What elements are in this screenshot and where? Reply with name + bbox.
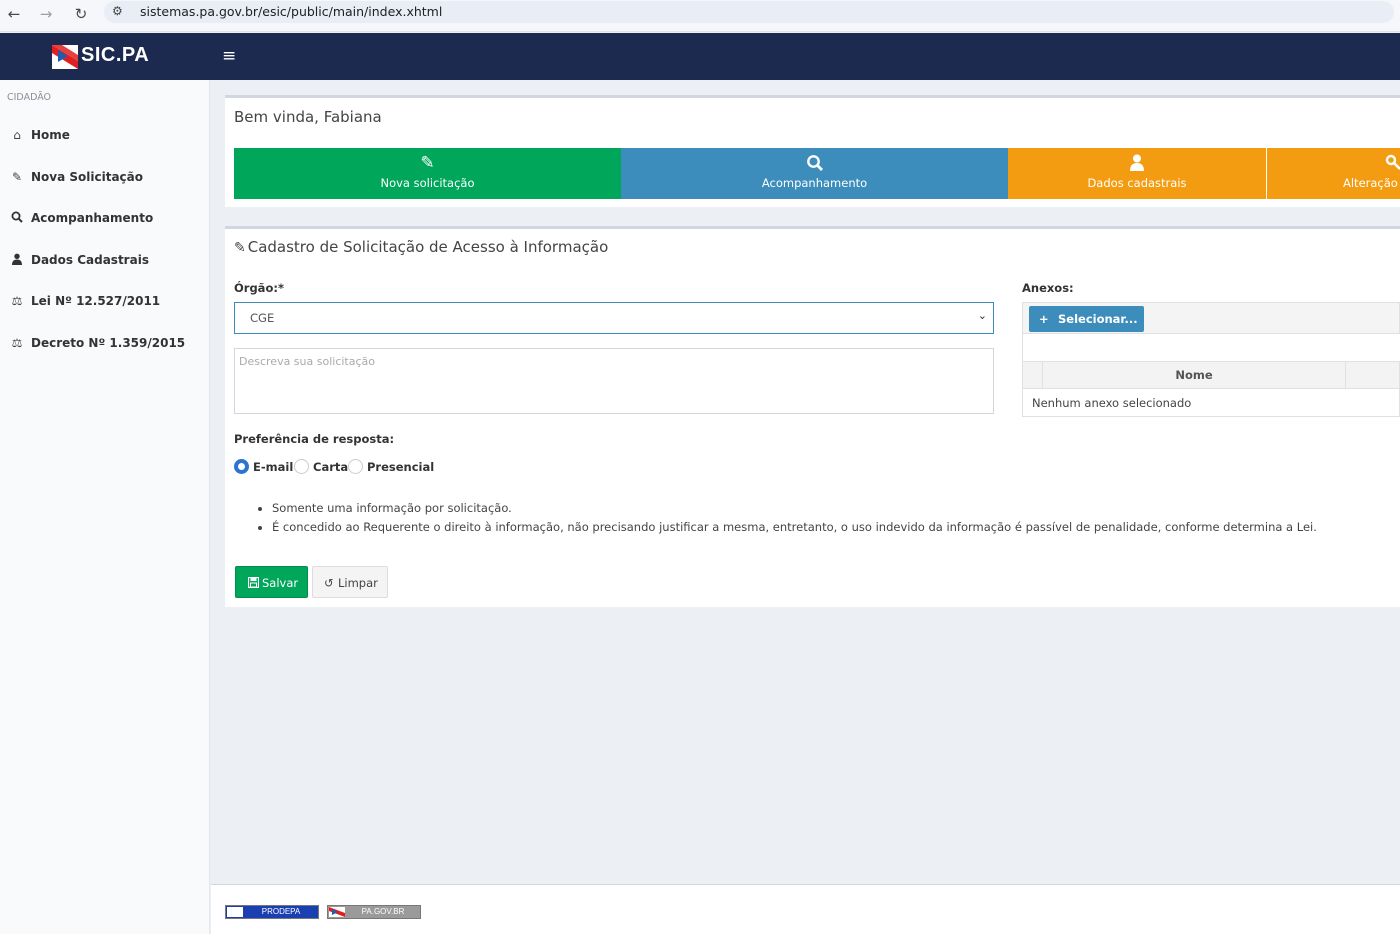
tile-alteracao[interactable]: Alteração <box>1267 148 1400 199</box>
radio-carta[interactable] <box>294 459 309 474</box>
preference-label: Preferência de resposta: <box>234 432 395 446</box>
welcome-title: Bem vinda, Fabiana <box>234 108 382 126</box>
tile-acompanhamento[interactable]: Acompanhamento <box>621 148 1008 199</box>
balance-scale-icon: ⚖ <box>11 336 23 350</box>
description-textarea[interactable] <box>234 348 994 414</box>
key-icon <box>1385 154 1400 174</box>
orgao-select[interactable]: CGE ⌄ <box>234 302 994 334</box>
tile-nova-solicitacao[interactable]: ✎ Nova solicitação <box>234 148 621 199</box>
pagovbr-badge[interactable]: PA.GOV.BR <box>327 905 421 919</box>
edit-icon: ✎ <box>234 240 246 256</box>
sidebar-item-acompanhamento[interactable]: Acompanhamento <box>0 204 209 234</box>
table-empty-message: Nenhum anexo selecionado <box>1032 396 1192 410</box>
list-item: Somente uma informação por solicitação. <box>272 499 1372 518</box>
sidebar-item-dados-cadastrais[interactable]: Dados Cadastrais <box>0 246 209 276</box>
user-icon <box>1008 154 1266 175</box>
save-button[interactable]: Salvar <box>235 566 308 598</box>
table-header-row: Nome <box>1023 362 1399 389</box>
attachments-panel: + Selecionar... Nome Nenhum anexo seleci… <box>1022 302 1400 417</box>
sidebar-item-label: Lei Nº 12.527/2011 <box>31 294 161 308</box>
prodepa-logo-icon <box>227 907 243 917</box>
select-file-label: Selecionar... <box>1058 312 1138 326</box>
edit-icon: ✎ <box>11 170 23 184</box>
sidebar-item-decreto[interactable]: ⚖ Decreto Nº 1.359/2015 <box>0 329 209 359</box>
hamburger-icon[interactable]: ≡ <box>222 47 236 65</box>
form-title-text: Cadastro de Solicitação de Acesso à Info… <box>247 238 609 256</box>
table-header-name: Nome <box>1175 368 1213 382</box>
plus-icon: + <box>1039 312 1049 326</box>
sidebar-item-home[interactable]: ⌂ Home <box>0 121 209 151</box>
url-text[interactable]: sistemas.pa.gov.br/esic/public/main/inde… <box>140 4 442 19</box>
save-button-label: Salvar <box>262 576 299 590</box>
table-header-cell <box>1345 362 1399 389</box>
edit-icon: ✎ <box>420 153 435 173</box>
radio-presencial[interactable] <box>348 459 363 474</box>
select-file-button[interactable]: + Selecionar... <box>1029 306 1144 332</box>
attachments-table: Nome Nenhum anexo selecionado <box>1022 361 1400 417</box>
radio-email[interactable] <box>234 459 249 474</box>
site-settings-icon[interactable]: ⚙ <box>112 4 123 18</box>
para-flag-logo-icon <box>52 45 78 69</box>
form-title: ✎ Cadastro de Solicitação de Acesso à Inf… <box>234 238 608 256</box>
arrow-right-icon[interactable]: → <box>35 3 57 25</box>
attachments-dropzone[interactable] <box>1022 334 1400 361</box>
tile-label: Acompanhamento <box>761 176 868 190</box>
clear-button[interactable]: ↺ Limpar <box>312 566 388 598</box>
radio-label-carta[interactable]: Carta <box>313 460 348 474</box>
sidebar-item-lei[interactable]: ⚖ Lei Nº 12.527/2011 <box>0 287 209 317</box>
tile-label: Dados cadastrais <box>1087 176 1187 190</box>
sidebar-item-label: Home <box>31 128 70 142</box>
balance-scale-icon: ⚖ <box>11 294 23 308</box>
tile-dados-cadastrais[interactable]: Dados cadastrais <box>1008 148 1266 199</box>
radio-label-presencial[interactable]: Presencial <box>367 460 434 474</box>
orgao-label: Órgão:* <box>234 281 284 295</box>
clear-button-label: Limpar <box>338 576 378 590</box>
chevron-down-icon: ⌄ <box>977 309 987 322</box>
app-logo[interactable]: SIC.PA <box>81 44 149 67</box>
badge-label: PA.GOV.BR <box>361 907 405 916</box>
list-item: É concedido ao Requerente o direito à in… <box>272 518 1372 537</box>
floppy-disk-icon <box>247 576 260 591</box>
sidebar-item-label: Acompanhamento <box>31 211 154 225</box>
browser-toolbar: ← → ↻ ⚙ sistemas.pa.gov.br/esic/public/m… <box>0 0 1400 32</box>
user-icon <box>9 253 25 268</box>
sidebar-section-label: CIDADÃO <box>7 92 52 103</box>
app-header: SIC.PA ≡ <box>0 33 1400 80</box>
attachments-toolbar: + Selecionar... <box>1022 302 1400 334</box>
sidebar-item-nova-solicitacao[interactable]: ✎ Nova Solicitação <box>0 163 209 193</box>
sidebar-item-label: Dados Cadastrais <box>31 253 149 267</box>
table-header-cell <box>1023 362 1043 389</box>
sidebar-item-label: Decreto Nº 1.359/2015 <box>31 336 186 350</box>
anexos-label: Anexos: <box>1022 281 1074 295</box>
reload-icon[interactable]: ↻ <box>70 3 92 25</box>
arrow-left-icon[interactable]: ← <box>3 3 25 25</box>
prodepa-badge[interactable]: PRODEPA <box>225 905 319 919</box>
sidebar: CIDADÃO ⌂ Home ✎ Nova Solicitação Acompa… <box>0 80 210 934</box>
home-icon: ⌂ <box>13 128 21 142</box>
welcome-panel: Bem vinda, Fabiana ✎ Nova solicitação Ac… <box>225 95 1400 207</box>
page-footer: PRODEPA PA.GOV.BR <box>211 884 1400 934</box>
search-icon <box>9 211 25 226</box>
radio-label-email[interactable]: E-mail <box>253 460 293 474</box>
tile-label: Nova solicitação <box>380 176 475 190</box>
sidebar-item-label: Nova Solicitação <box>31 170 144 184</box>
request-form-panel: ✎ Cadastro de Solicitação de Acesso à Inf… <box>225 226 1400 607</box>
tile-label: Alteração <box>1343 176 1398 190</box>
info-notes-list: Somente uma informação por solicitação. … <box>272 499 1372 537</box>
search-icon <box>621 154 1008 176</box>
para-flag-icon <box>329 907 345 917</box>
badge-label: PRODEPA <box>261 907 301 916</box>
orgao-select-value: CGE <box>250 311 275 325</box>
undo-icon: ↺ <box>324 576 334 590</box>
